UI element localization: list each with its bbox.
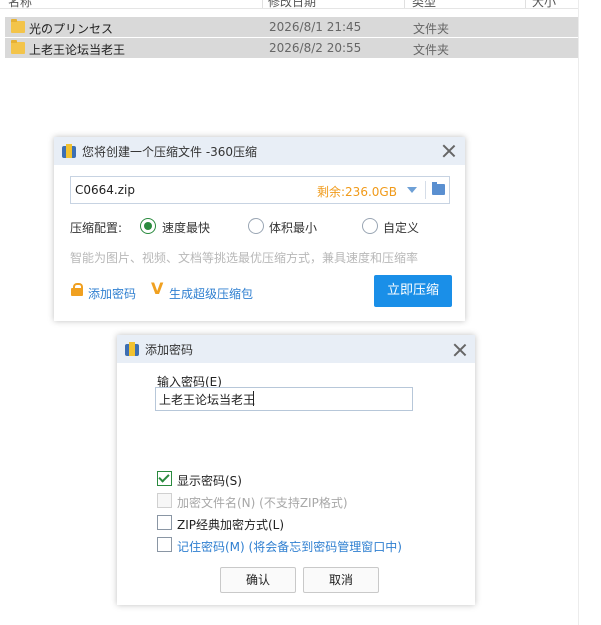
- password-dialog-titlebar[interactable]: 添加密码: [117, 335, 475, 363]
- column-divider: [404, 0, 405, 8]
- compress-dialog-titlebar[interactable]: 您将创建一个压缩文件 -360压缩: [54, 137, 465, 165]
- text-caret: [253, 391, 254, 406]
- password-dialog-title: 添加密码: [145, 343, 194, 357]
- archive-filename[interactable]: C0664.zip: [75, 183, 135, 197]
- encrypt-filenames-checkbox: [157, 493, 172, 508]
- file-date: 2026/8/1 21:45: [269, 20, 362, 34]
- radio-smallest-label[interactable]: 体积最小: [269, 219, 317, 236]
- password-value[interactable]: 上老王论坛当老王: [159, 391, 255, 408]
- encrypt-filenames-label: 加密文件名(N) (不支持ZIP格式): [177, 496, 348, 510]
- file-date: 2026/8/2 20:55: [269, 41, 362, 55]
- file-name: 上老王论坛当老王: [29, 43, 126, 57]
- close-icon[interactable]: [453, 343, 467, 357]
- zip-classic-checkbox[interactable]: [157, 515, 172, 530]
- compress-config-label: 压缩配置:: [70, 221, 123, 235]
- super-pack-v-icon[interactable]: V: [151, 279, 163, 298]
- password-dialog: 添加密码 输入密码(E) 上老王论坛当老王 显示密码(S) 加密文件名(N) (…: [117, 335, 475, 605]
- close-icon[interactable]: [442, 144, 456, 158]
- remaining-space: 剩余:236.0GB: [317, 185, 397, 199]
- app-360zip-icon: [125, 342, 139, 356]
- file-name: 光のプリンセス: [29, 22, 114, 36]
- folder-icon: [11, 19, 25, 33]
- lock-icon[interactable]: [71, 283, 83, 296]
- radio-custom-label[interactable]: 自定义: [383, 219, 419, 236]
- radio-custom[interactable]: [362, 218, 378, 234]
- compress-dialog-title: 您将创建一个压缩文件 -360压缩: [82, 145, 258, 159]
- explorer-border: [578, 0, 579, 625]
- password-input[interactable]: 上老王论坛当老王: [155, 387, 413, 411]
- file-row[interactable]: 上老王论坛当老王 2026/8/2 20:55 文件夹: [5, 38, 578, 58]
- remember-password-checkbox[interactable]: [157, 537, 172, 552]
- column-type[interactable]: 类型: [412, 0, 436, 8]
- column-divider: [525, 0, 526, 8]
- file-type: 文件夹: [413, 43, 450, 57]
- show-password-checkbox[interactable]: [157, 471, 172, 486]
- remember-password-label[interactable]: 记住密码(M) (将会备忘到密码管理窗口中): [177, 538, 402, 555]
- compress-now-button[interactable]: 立即压缩: [374, 275, 452, 307]
- column-size[interactable]: 大小: [532, 0, 556, 8]
- cancel-button[interactable]: 取消: [303, 567, 379, 593]
- chevron-down-icon[interactable]: [407, 187, 417, 193]
- zip-classic-label[interactable]: ZIP经典加密方式(L): [177, 516, 284, 533]
- browse-folder-icon[interactable]: [432, 182, 445, 195]
- app-360zip-icon: [62, 144, 76, 158]
- compress-hint: 智能为图片、视频、文档等挑选最优压缩方式，兼具速度和压缩率: [70, 251, 419, 265]
- divider: [425, 181, 426, 199]
- file-row[interactable]: 光のプリンセス 2026/8/1 21:45 文件夹: [5, 17, 578, 37]
- file-type: 文件夹: [413, 22, 450, 36]
- archive-path-field[interactable]: C0664.zip 剩余:236.0GB: [70, 176, 450, 204]
- radio-fastest-label[interactable]: 速度最快: [162, 219, 210, 236]
- radio-smallest[interactable]: [248, 218, 264, 234]
- file-list-header: 名称 修改日期 类型 大小: [0, 0, 578, 9]
- radio-fastest[interactable]: [140, 218, 156, 234]
- column-name[interactable]: 名称: [8, 0, 32, 8]
- show-password-label[interactable]: 显示密码(S): [177, 472, 242, 489]
- column-divider: [262, 0, 263, 8]
- column-date[interactable]: 修改日期: [268, 0, 316, 8]
- ok-button[interactable]: 确认: [220, 567, 296, 593]
- compress-dialog: 您将创建一个压缩文件 -360压缩 C0664.zip 剩余:236.0GB 压…: [54, 137, 465, 321]
- folder-icon: [11, 40, 25, 54]
- add-password-link[interactable]: 添加密码: [88, 285, 136, 302]
- super-pack-link[interactable]: 生成超级压缩包: [169, 285, 253, 302]
